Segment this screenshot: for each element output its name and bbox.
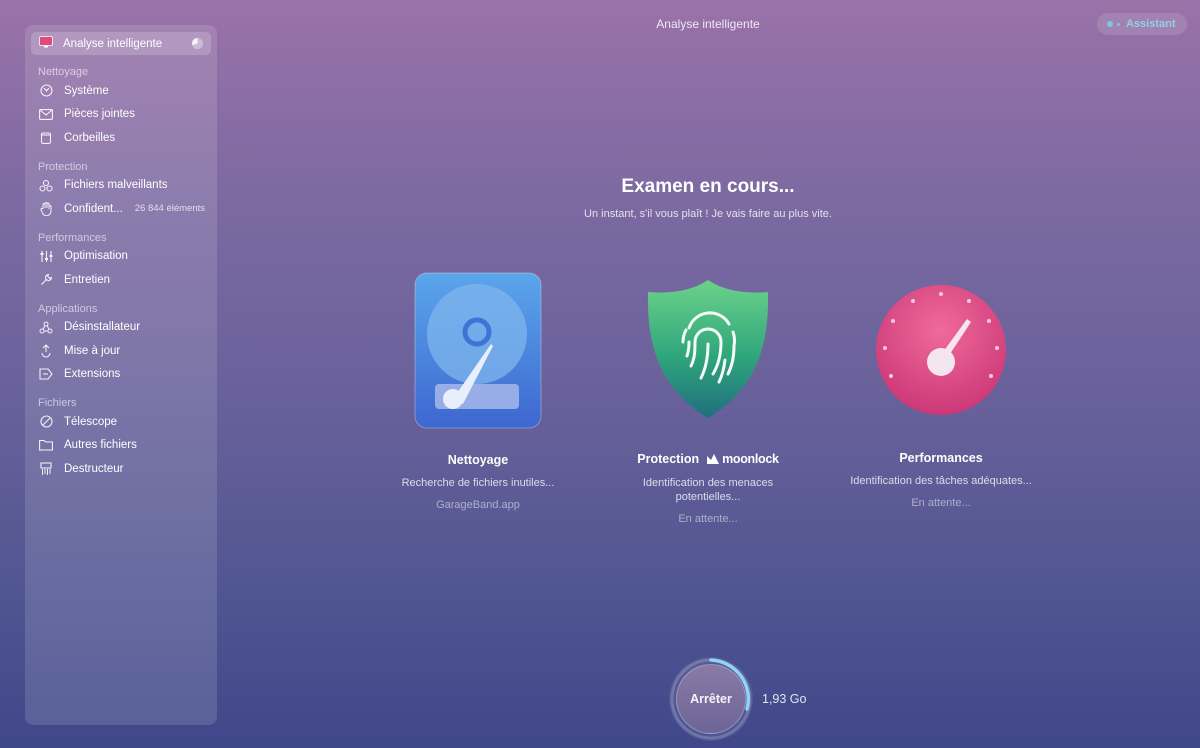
section-title: Fichiers [38,397,77,409]
assistant-dot-small-icon [1117,22,1120,26]
section-title: Performances [38,231,107,244]
update-icon [39,343,53,358]
sidebar-item-label: Mise à jour [64,344,121,357]
sidebar-item-telescope[interactable]: Télescope [25,410,217,434]
assistant-dot-icon [1107,21,1113,27]
card-description-line: potentielles... [675,491,741,503]
sidebar-item-label: Fichiers malveillants [64,179,168,192]
sidebar-item-mise-a-jour[interactable]: Mise à jour [25,339,217,363]
sidebar-item-label: Destructeur [64,462,124,475]
card-title: Protection moonlock [588,452,828,467]
sidebar-item-label: Analyse intelligente [63,37,163,50]
sidebar-item-optimisation[interactable]: Optimisation [25,245,217,269]
sidebar: Analyse intelligente Nettoyage Système P… [25,25,217,725]
sidebar-item-autres-fichiers[interactable]: Autres fichiers [25,434,217,458]
assistant-button[interactable]: Assistant [1097,13,1187,35]
speedometer-icon [875,284,1007,416]
scan-card-performances: Performances Identification des tâches a… [821,284,1061,509]
section-title: Protection [38,160,88,173]
biohazard-icon [39,178,53,192]
sidebar-item-label: Télescope [64,415,118,428]
sidebar-item-smart-scan[interactable]: Analyse intelligente [31,32,211,55]
sidebar-item-label: Confident... [64,202,123,215]
wrench-icon [39,273,53,287]
sliders-icon [39,249,53,263]
folder-icon [39,438,53,452]
card-description: Recherche de fichiers inutiles... [401,477,555,489]
progress-pie-icon [192,38,203,49]
lens-icon [39,415,53,429]
item-count-badge: 26 844 éléments [134,203,205,215]
sidebar-item-desinstallateur[interactable]: Désinstallateur [25,316,217,340]
page-subtitle: Un instant, s'il vous plaît ! Je vais fa… [584,208,832,220]
sidebar-item-label: Entretien [64,273,111,286]
sidebar-item-extensions[interactable]: Extensions [25,363,217,387]
shredder-icon [39,462,53,476]
sidebar-item-destructeur[interactable]: Destructeur [25,457,217,481]
uninstall-icon [39,320,53,334]
moonlock-logo-icon [706,453,719,467]
section-title: Nettoyage [38,66,89,78]
page-title: Examen en cours... [621,176,795,197]
card-description-line: Identification des menaces [642,477,774,489]
scan-card-nettoyage: Nettoyage Recherche de fichiers inutiles… [358,272,598,511]
card-status: En attente... [678,513,738,525]
card-description: Identification des menaces potentielles.… [588,476,828,504]
scanned-size: 1,93 Go [762,692,807,706]
hand-icon [39,201,53,216]
sidebar-item-entretien[interactable]: Entretien [25,268,217,292]
card-description: Identification des tâches adéquates... [850,475,1032,487]
card-status: GarageBand.app [436,499,520,511]
card-title-text: Protection [637,452,700,466]
sidebar-item-confidentialite[interactable]: Confident... 26 844 éléments [25,197,217,221]
extensions-icon [39,367,53,381]
shield-fingerprint-icon [645,278,771,420]
scan-card-protection: Protection moonlock Identification des m… [588,278,828,525]
monitor-icon [39,35,53,53]
card-title: Performances [899,451,983,465]
card-title: Nettoyage [447,453,509,467]
sidebar-item-pieces-jointes[interactable]: Pièces jointes [25,103,217,127]
sidebar-item-label: Pièces jointes [64,108,135,121]
sidebar-item-label: Optimisation [64,250,128,263]
assistant-label: Assistant [1126,18,1176,30]
sidebar-item-systeme[interactable]: Système [25,79,217,103]
sidebar-item-label: Système [64,84,109,97]
hard-drive-icon [39,84,53,98]
sidebar-item-label: Extensions [64,368,121,381]
sidebar-item-label: Autres fichiers [64,439,137,452]
card-status: En attente... [911,497,971,509]
window-title: Analyse intelligente [656,17,760,31]
mail-icon [39,107,53,121]
hard-drive-icon [413,272,543,430]
sidebar-item-fichiers-malveillants[interactable]: Fichiers malveillants [25,174,217,198]
card-brand: moonlock [722,452,779,466]
section-title: Applications [38,302,98,315]
sidebar-item-label: Désinstallateur [64,321,141,334]
stop-button[interactable]: Arrêter [676,664,746,734]
trash-icon [39,131,53,145]
sidebar-item-corbeilles[interactable]: Corbeilles [25,126,217,150]
sidebar-item-label: Corbeilles [64,131,116,144]
